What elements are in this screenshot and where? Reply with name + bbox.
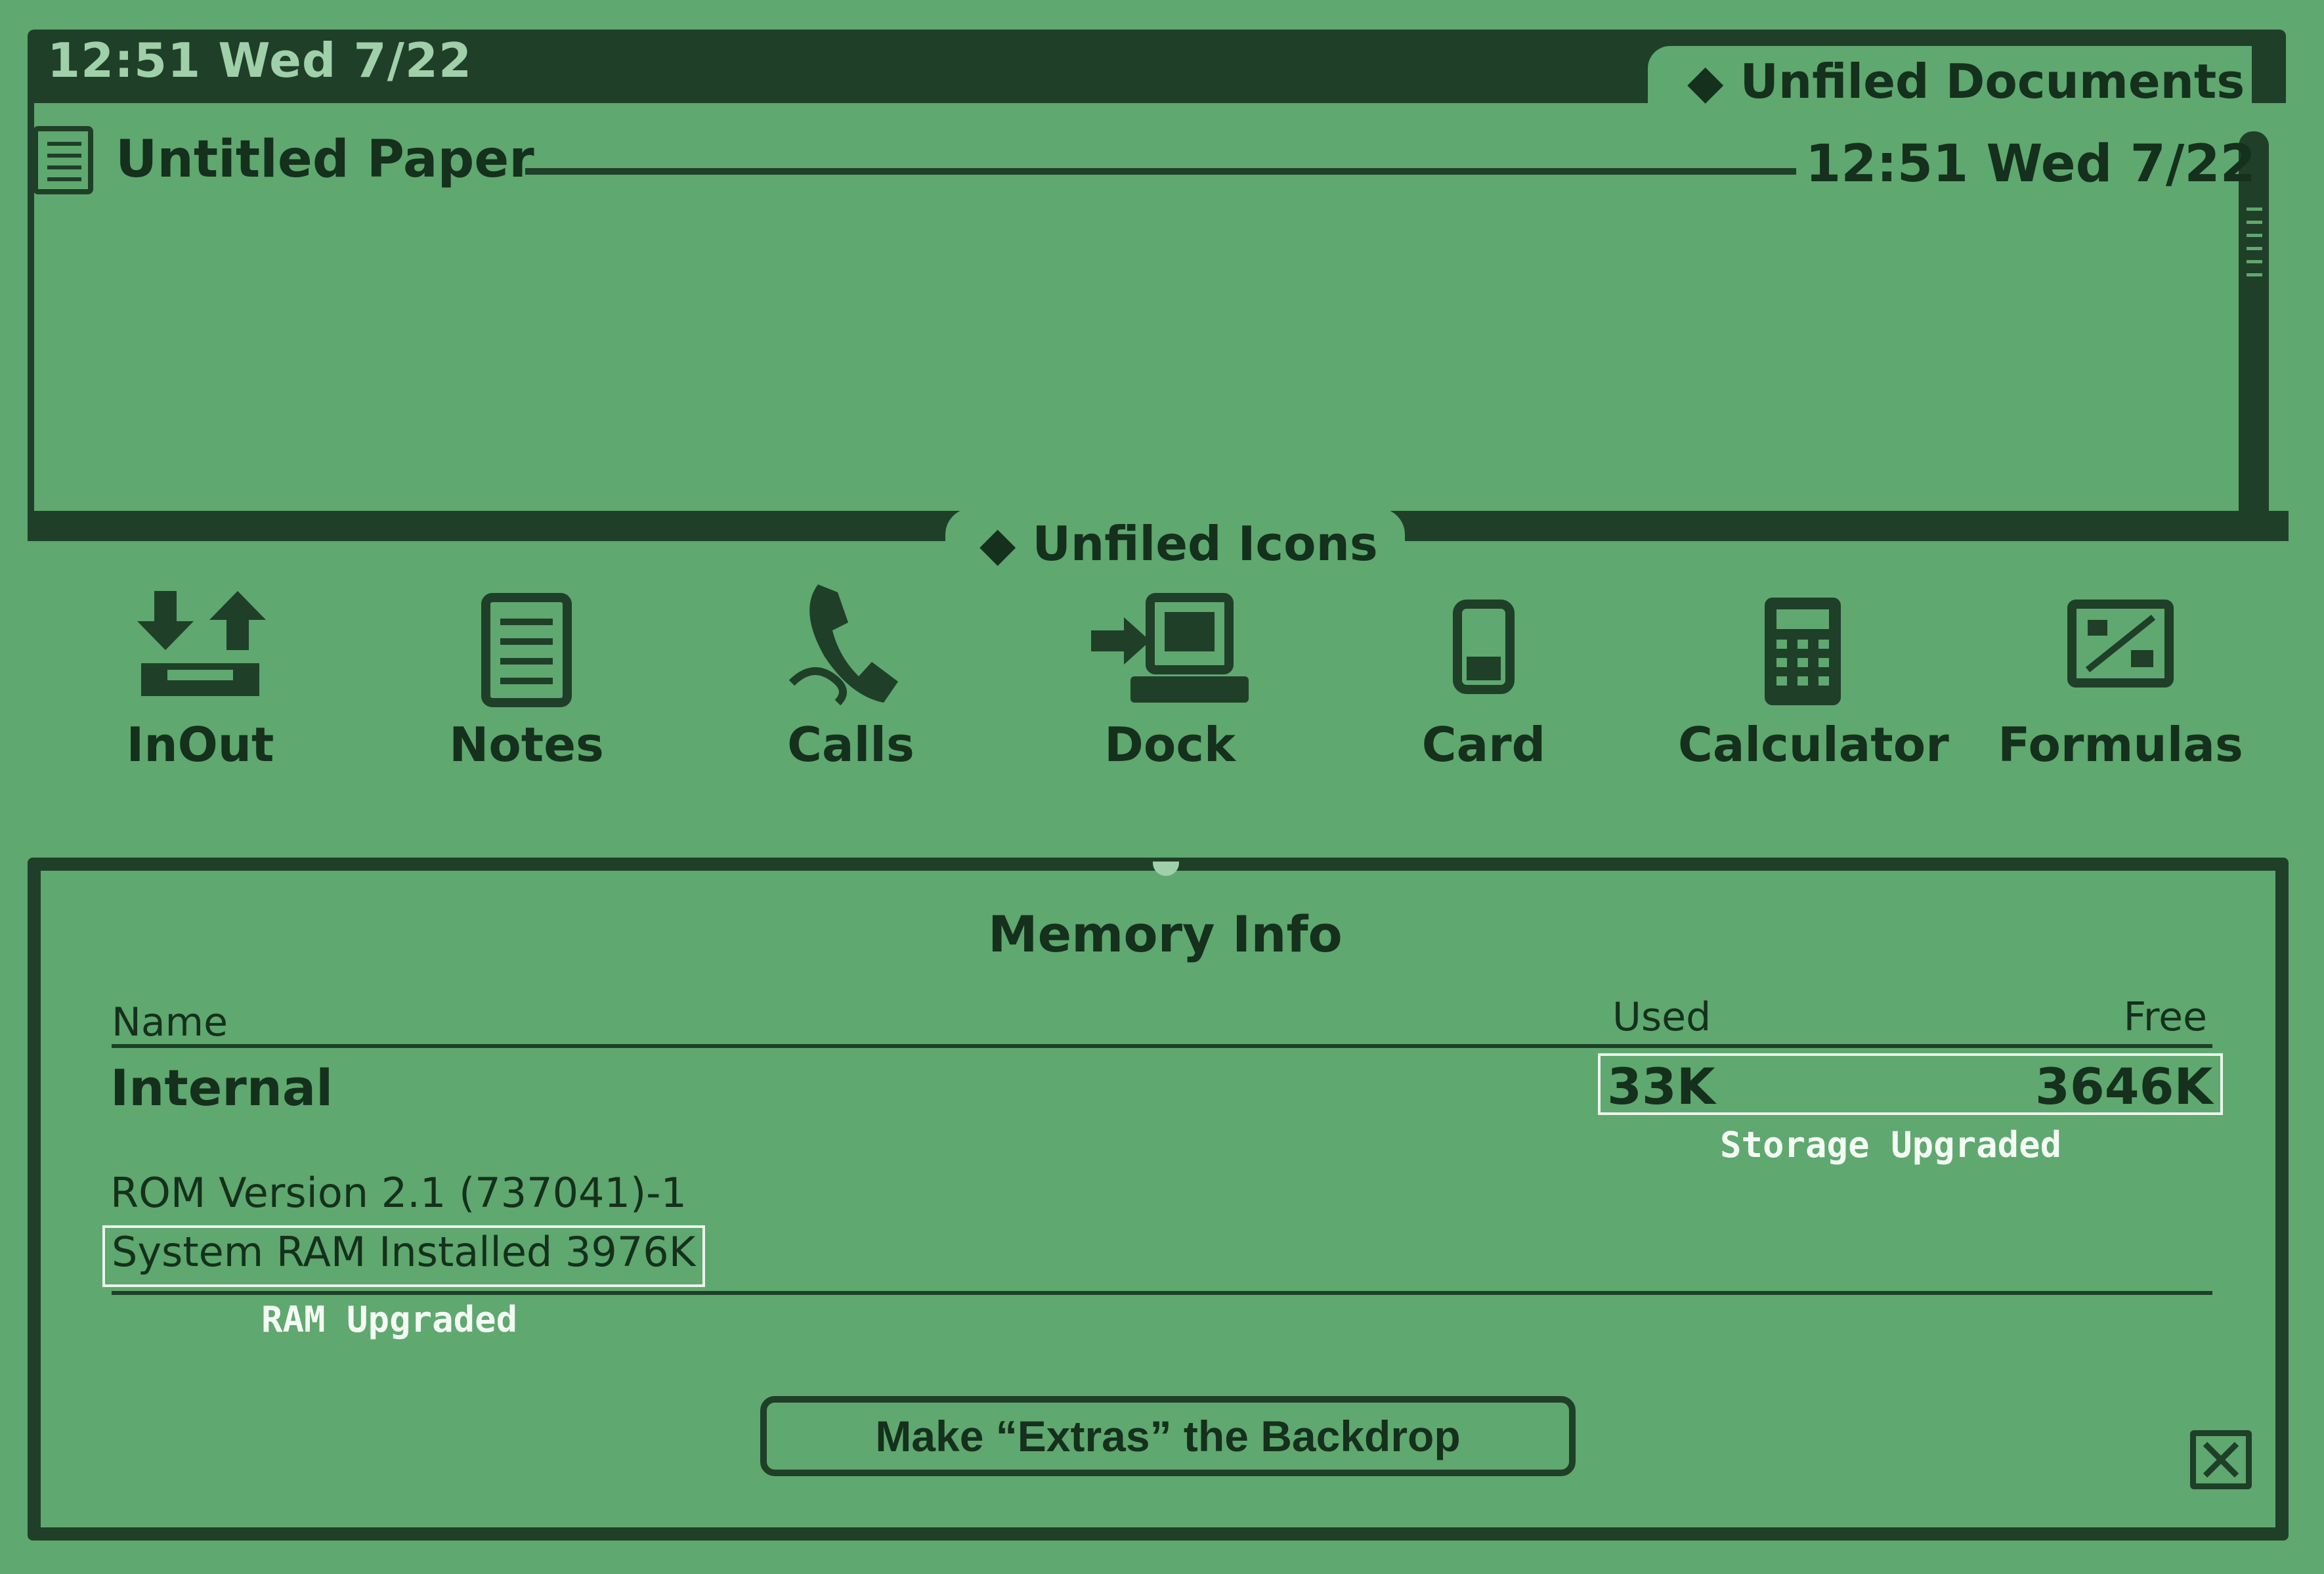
column-header-name: Name bbox=[112, 999, 228, 1045]
scroll-grip bbox=[2247, 273, 2262, 276]
close-button[interactable] bbox=[2190, 1430, 2252, 1489]
folder-tab-icons-label[interactable]: ◆ Unfiled Icons bbox=[979, 516, 1378, 571]
app-card[interactable]: Card bbox=[1359, 578, 1608, 772]
note-header-rule bbox=[525, 168, 1796, 175]
formulas-icon bbox=[2067, 600, 2174, 688]
app-calls[interactable]: Calls bbox=[726, 578, 976, 772]
app-calculator[interactable]: Calculator bbox=[1678, 578, 1949, 772]
info-bottom-rule bbox=[112, 1291, 2212, 1295]
dock-icon bbox=[1091, 593, 1249, 703]
memory-used-value: 33K bbox=[1607, 1057, 1715, 1116]
folder-tab-documents-label[interactable]: ◆ Unfiled Documents bbox=[1687, 54, 2245, 109]
scroll-grip bbox=[2247, 234, 2262, 237]
scroll-grip bbox=[2247, 208, 2262, 211]
storage-annotation: Storage Upgraded bbox=[1720, 1124, 2062, 1166]
app-label: Dock bbox=[1104, 717, 1236, 772]
app-dock[interactable]: Dock bbox=[1045, 578, 1295, 772]
app-notes[interactable]: Notes bbox=[402, 578, 651, 772]
rom-version: ROM Version 2.1 (737041)-1 bbox=[110, 1169, 687, 1217]
app-label: InOut bbox=[126, 717, 274, 772]
memory-row-name: Internal bbox=[110, 1059, 334, 1117]
ram-annotation: RAM Upgraded bbox=[261, 1299, 518, 1340]
app-inout[interactable]: InOut bbox=[75, 578, 325, 772]
note-paper-icon[interactable] bbox=[33, 126, 93, 194]
inout-icon bbox=[137, 591, 266, 696]
column-header-used: Used bbox=[1612, 994, 1711, 1040]
app-label: Calls bbox=[787, 717, 915, 772]
scroll-grip bbox=[2247, 221, 2262, 224]
make-backdrop-button[interactable]: Make “Extras” the Backdrop bbox=[760, 1396, 1576, 1476]
close-icon bbox=[2203, 1441, 2239, 1478]
app-label: Card bbox=[1421, 717, 1546, 772]
note-timestamp: 12:51 Wed 7/22 bbox=[1805, 135, 2256, 194]
scroll-grip bbox=[2247, 247, 2262, 250]
phone-icon bbox=[788, 584, 898, 706]
note-title[interactable]: Untitled Paper bbox=[116, 130, 534, 189]
card-icon bbox=[1453, 600, 1515, 694]
header-rule bbox=[112, 1044, 2212, 1048]
scroll-grip bbox=[2247, 260, 2262, 263]
app-label: Formulas bbox=[1998, 717, 2243, 772]
app-label: Calculator bbox=[1678, 717, 1949, 772]
app-label: Notes bbox=[449, 717, 604, 772]
status-clock[interactable]: 12:51 Wed 7/22 bbox=[47, 33, 472, 88]
memory-free-value: 3646K bbox=[2035, 1057, 2213, 1116]
column-header-free: Free bbox=[2123, 994, 2207, 1040]
app-formulas[interactable]: Formulas bbox=[1996, 578, 2245, 772]
calculator-icon bbox=[1765, 598, 1841, 705]
system-ram: System RAM Installed 3976K bbox=[112, 1228, 696, 1276]
dialog-title: Memory Info bbox=[988, 905, 1343, 963]
notes-icon bbox=[481, 593, 572, 707]
